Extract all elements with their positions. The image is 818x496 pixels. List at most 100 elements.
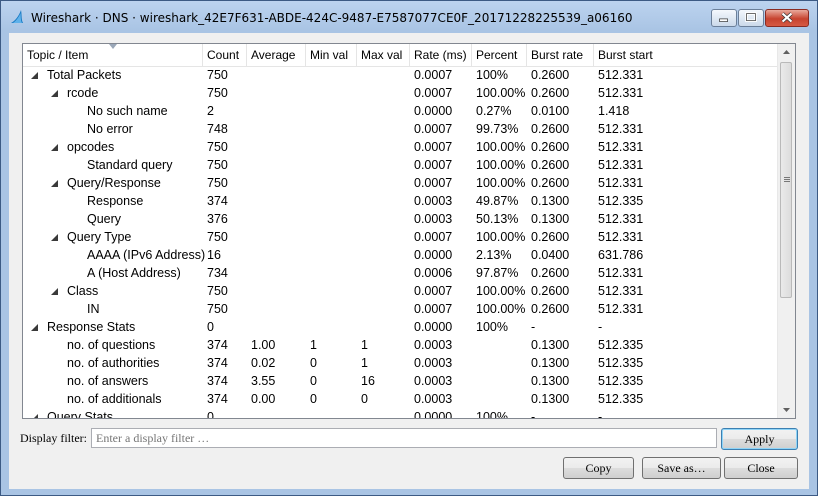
- expand-arrow-icon[interactable]: [31, 414, 38, 419]
- cell-rate: 0.0007: [414, 176, 453, 190]
- table-row[interactable]: Response Stats 0 0.0000 100% - -: [23, 318, 779, 336]
- column-header-percent[interactable]: Percent: [472, 44, 527, 66]
- close-button[interactable]: Close: [724, 457, 798, 479]
- cell-percent: 99.73%: [476, 122, 519, 136]
- column-header-count[interactable]: Count: [203, 44, 247, 66]
- column-header-burst-rate[interactable]: Burst rate: [527, 44, 594, 66]
- cell-average: 0.00: [251, 392, 276, 406]
- cell-average: [247, 138, 251, 156]
- save-as-button[interactable]: Save as…: [642, 457, 721, 479]
- table-row[interactable]: Query Stats 0 0.0000 100% - -: [23, 408, 779, 419]
- cell-burst-rate: 0.2600: [531, 284, 570, 298]
- expand-arrow-icon[interactable]: [51, 90, 58, 97]
- table-row[interactable]: Query/Response 750 0.0007 100.00% 0.2600 512.…: [23, 174, 779, 192]
- expand-arrow-icon[interactable]: [31, 324, 38, 331]
- cell-min: 1: [310, 338, 317, 352]
- cell-average: [247, 174, 251, 192]
- column-header-min[interactable]: Min val: [306, 44, 357, 66]
- cell-count: 750: [207, 140, 228, 154]
- table-row[interactable]: Class 750 0.0007 100.00% 0.2600 512.331: [23, 282, 779, 300]
- cell-max: [357, 102, 361, 120]
- table-row[interactable]: opcodes 750 0.0007 100.00% 0.2600 512.331: [23, 138, 779, 156]
- scrollbar-thumb[interactable]: [780, 62, 792, 298]
- cell-min: [306, 192, 310, 210]
- cell-count: 376: [207, 212, 228, 226]
- table-row[interactable]: No error 748 0.0007 99.73% 0.2600 512.331: [23, 120, 779, 138]
- stats-tree-table[interactable]: Topic / Item Count Average Min val Max v…: [22, 43, 796, 419]
- maximize-button[interactable]: [738, 9, 764, 27]
- cell-topic: opcodes: [67, 140, 115, 154]
- table-row[interactable]: Query 376 0.0003 50.13% 0.1300 512.331: [23, 210, 779, 228]
- cell-max: [357, 84, 361, 102]
- cell-burst-start: 631.786: [598, 248, 644, 262]
- cell-max: [357, 228, 361, 246]
- cell-max: 1: [361, 338, 368, 352]
- cell-burst-start: 512.331: [598, 266, 644, 280]
- table-row[interactable]: Query Type 750 0.0007 100.00% 0.2600 512.331: [23, 228, 779, 246]
- minimize-button[interactable]: [711, 9, 737, 27]
- copy-button[interactable]: Copy: [563, 457, 634, 479]
- table-row[interactable]: no. of additionals 374 0.00 0 0 0.0003 0.1300 5…: [23, 390, 779, 408]
- display-filter-input[interactable]: [91, 428, 717, 448]
- column-header-max[interactable]: Max val: [357, 44, 410, 66]
- cell-max: [357, 156, 361, 174]
- cell-average: [247, 246, 251, 264]
- expand-arrow-icon[interactable]: [51, 180, 58, 187]
- cell-count: 750: [207, 158, 228, 172]
- cell-burst-start: 512.331: [598, 176, 644, 190]
- expand-arrow-icon[interactable]: [31, 72, 38, 79]
- expand-arrow-icon[interactable]: [51, 234, 58, 241]
- dialog-client: Topic / Item Count Average Min val Max v…: [9, 33, 809, 489]
- cell-percent: 100.00%: [476, 158, 526, 172]
- cell-rate: 0.0007: [414, 158, 453, 172]
- table-row[interactable]: no. of authorities 374 0.02 0 1 0.0003 0.1300 5…: [23, 354, 779, 372]
- title-bar[interactable]: Wireshark · DNS · wireshark_42E7F631-ABD…: [1, 1, 817, 33]
- scroll-up-arrow-icon[interactable]: [778, 44, 795, 61]
- expand-arrow-icon[interactable]: [51, 288, 58, 295]
- maximize-icon: [745, 12, 757, 22]
- cell-rate: 0.0006: [414, 266, 453, 280]
- apply-button[interactable]: Apply: [721, 428, 798, 450]
- table-row[interactable]: rcode 750 0.0007 100.00% 0.2600 512.331: [23, 84, 779, 102]
- window-close-button[interactable]: [765, 9, 809, 27]
- table-row[interactable]: Total Packets 750 0.0007 100% 0.2600 512.331: [23, 66, 779, 84]
- table-row[interactable]: AAAA (IPv6 Address) 16 0.0000 2.13% 0.0400 63…: [23, 246, 779, 264]
- cell-rate: 0.0007: [414, 284, 453, 298]
- cell-percent: [472, 390, 476, 408]
- cell-average: [247, 102, 251, 120]
- cell-percent: 50.13%: [476, 212, 519, 226]
- table-row[interactable]: No such name 2 0.0000 0.27% 0.0100 1.418: [23, 102, 779, 120]
- cell-percent: 100.00%: [476, 302, 526, 316]
- cell-min: [306, 264, 310, 282]
- scroll-down-arrow-icon[interactable]: [778, 401, 795, 418]
- cell-burst-start: 512.331: [598, 284, 644, 298]
- cell-topic: Class: [67, 284, 99, 298]
- table-row[interactable]: A (Host Address) 734 0.0006 97.87% 0.2600 512…: [23, 264, 779, 282]
- cell-topic: no. of answers: [67, 374, 149, 388]
- table-row[interactable]: no. of answers 374 3.55 0 16 0.0003 0.1300 512.…: [23, 372, 779, 390]
- column-header-topic[interactable]: Topic / Item: [23, 44, 203, 66]
- cell-percent: 100.00%: [476, 176, 526, 190]
- window-title: Wireshark · DNS · wireshark_42E7F631-ABD…: [31, 11, 633, 25]
- column-header-burst-start[interactable]: Burst start: [594, 44, 779, 66]
- cell-topic: rcode: [67, 86, 99, 100]
- cell-average: [247, 156, 251, 174]
- cell-max: 0: [361, 392, 368, 406]
- table-row[interactable]: Standard query 750 0.0007 100.00% 0.2600 512.…: [23, 156, 779, 174]
- cell-topic: A (Host Address): [87, 266, 181, 280]
- cell-min: [306, 174, 310, 192]
- cell-count: 2: [207, 104, 214, 118]
- stats-window: Wireshark · DNS · wireshark_42E7F631-ABD…: [0, 0, 818, 496]
- vertical-scrollbar[interactable]: [777, 44, 795, 418]
- cell-rate: 0.0003: [414, 374, 453, 388]
- table-row[interactable]: no. of questions 374 1.00 1 1 0.0003 0.1300 512…: [23, 336, 779, 354]
- cell-count: 374: [207, 392, 228, 406]
- table-row[interactable]: Response 374 0.0003 49.87% 0.1300 512.335: [23, 192, 779, 210]
- column-header-average[interactable]: Average: [247, 44, 306, 66]
- cell-average: [247, 192, 251, 210]
- table-row[interactable]: IN 750 0.0007 100.00% 0.2600 512.331: [23, 300, 779, 318]
- column-header-rate[interactable]: Rate (ms): [410, 44, 472, 66]
- expand-arrow-icon[interactable]: [51, 144, 58, 151]
- cell-burst-start: 512.331: [598, 122, 644, 136]
- cell-rate: 0.0007: [414, 140, 453, 154]
